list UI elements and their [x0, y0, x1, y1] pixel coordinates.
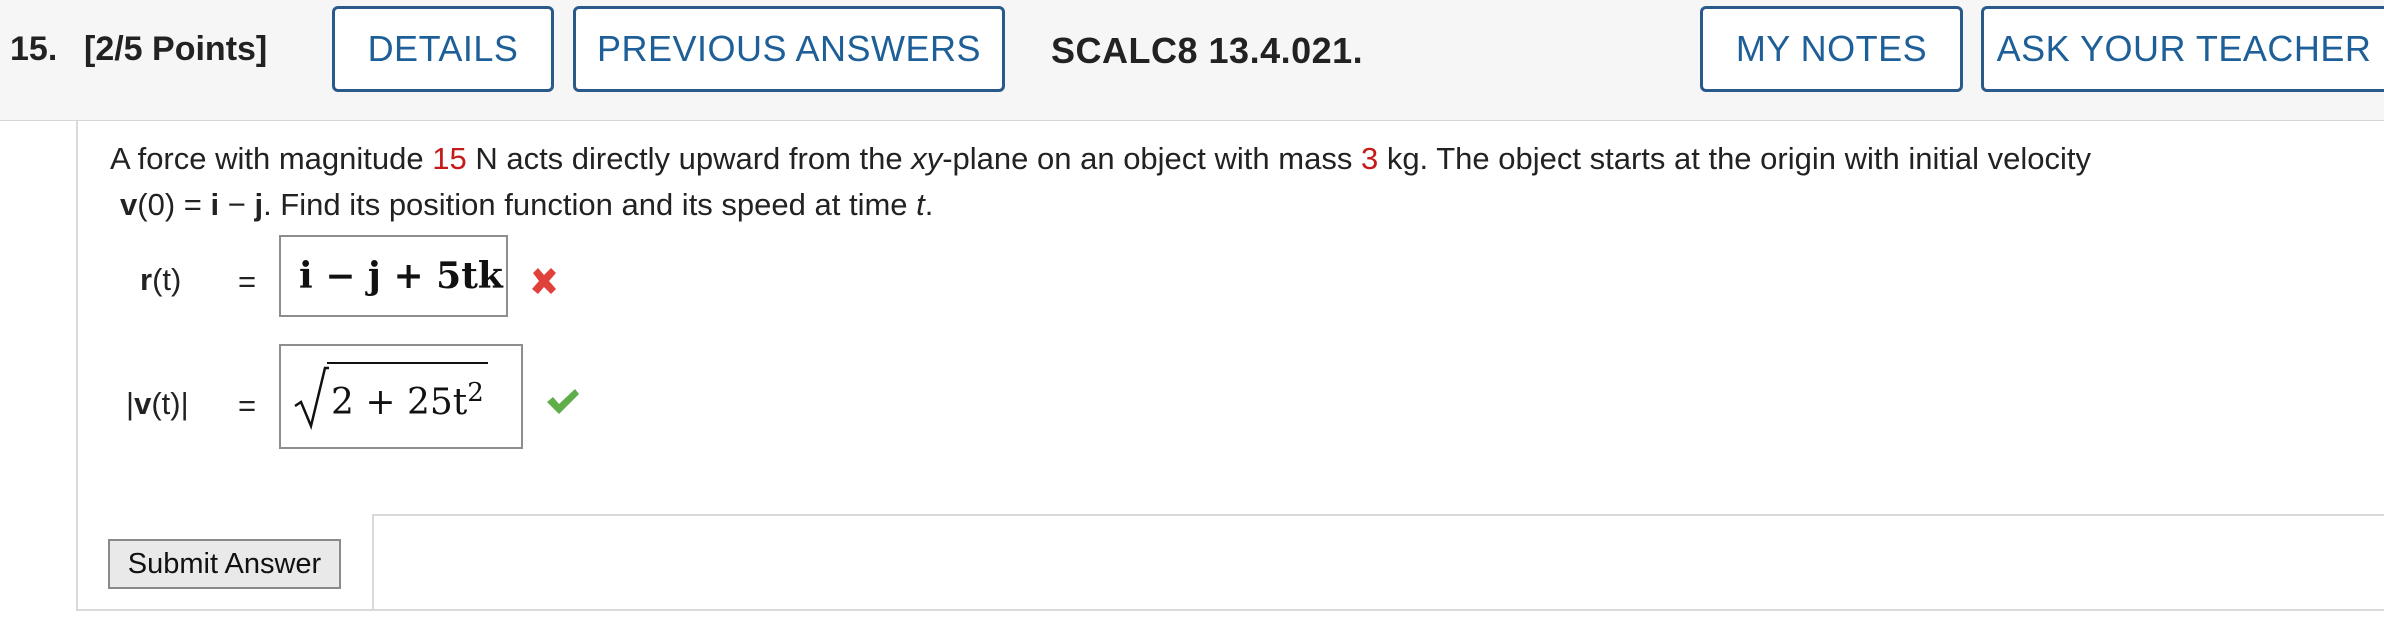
question-header: 15. [2/5 Points] DETAILS PREVIOUS ANSWER… — [0, 0, 2384, 121]
position-label: r(t) — [140, 262, 181, 298]
label-rest: (t)| — [151, 386, 189, 421]
t-variable: t — [916, 187, 925, 222]
my-notes-button[interactable]: MY NOTES — [1700, 6, 1963, 92]
problem-text: -plane on an object with mass — [942, 141, 1361, 176]
mass-value: 3 — [1360, 141, 1379, 176]
problem-text: . — [924, 187, 934, 222]
position-answer: i − j + 5tk — [299, 255, 503, 297]
details-button[interactable]: DETAILS — [332, 6, 554, 92]
v-symbol: v — [134, 386, 152, 421]
square-root-icon — [294, 366, 329, 430]
j-vector: j — [254, 187, 264, 222]
radicand-text: 2 + 25t — [331, 381, 468, 423]
problem-text: − — [219, 187, 255, 222]
equals-sign: = — [238, 388, 257, 423]
label-pre: | — [126, 386, 135, 421]
problem-statement: A force with magnitude 15 N acts directl… — [110, 136, 2370, 228]
magnitude-value: 15 — [432, 141, 467, 176]
points-score: [2/5 Points] — [84, 30, 268, 68]
problem-text: N acts directly upward from the — [466, 141, 912, 176]
problem-reference: SCALC8 13.4.021. — [1051, 30, 1364, 71]
speed-label: |v(t)| — [126, 386, 189, 422]
equals-sign: = — [238, 264, 257, 299]
problem-text: kg. The object starts at the origin with… — [1378, 141, 2091, 176]
question-number: 15. — [10, 30, 58, 68]
position-answer-box[interactable]: i − j + 5tk — [279, 235, 508, 317]
problem-text: . Find its position function and its spe… — [263, 187, 917, 222]
correct-check-icon — [547, 389, 579, 414]
r-symbol: r — [140, 262, 153, 297]
problem-text: A force with magnitude — [110, 141, 433, 176]
i-vector: i — [210, 187, 220, 222]
submit-divider-vertical — [372, 514, 374, 611]
velocity-symbol: v — [120, 187, 138, 222]
problem-text: (0) = — [137, 187, 211, 222]
previous-answers-button[interactable]: PREVIOUS ANSWERS — [573, 6, 1005, 92]
radicand: 2 + 25t2 — [327, 361, 488, 426]
ask-your-teacher-button[interactable]: ASK YOUR TEACHER — [1981, 6, 2384, 92]
label-rest: (t) — [152, 262, 182, 297]
speed-answer-box[interactable]: 2 + 25t2 — [279, 344, 523, 449]
submit-answer-button[interactable]: Submit Answer — [108, 539, 341, 589]
submit-divider — [372, 514, 2384, 516]
xy-variable: xy — [911, 141, 943, 176]
exponent: 2 — [467, 377, 484, 408]
incorrect-x-icon — [532, 268, 556, 294]
